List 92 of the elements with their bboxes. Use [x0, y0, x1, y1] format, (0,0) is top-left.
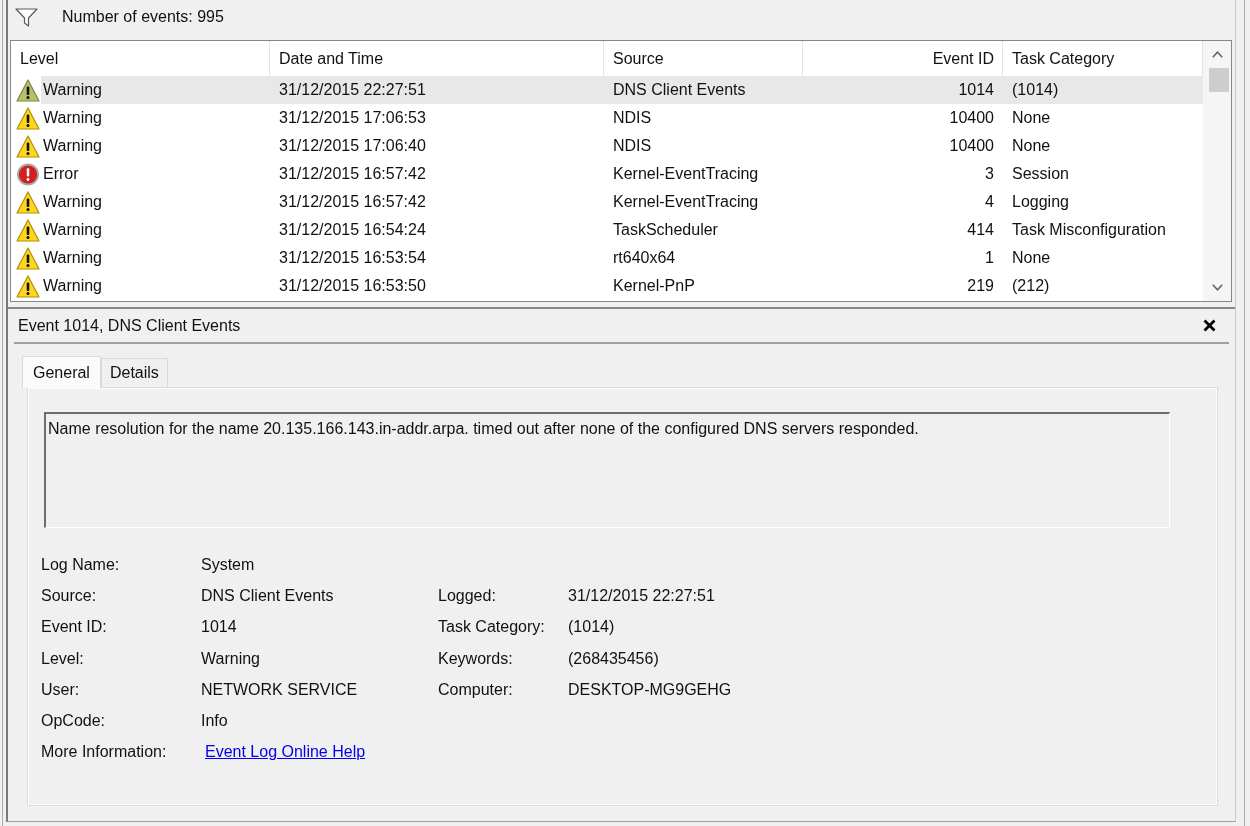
warning-icon: [16, 78, 40, 102]
warning-icon: [16, 106, 40, 130]
table-row[interactable]: Warning 31/12/2015 16:54:24 TaskScheduler 414 Task Misconfiguration: [11, 216, 1203, 244]
property-value: (1014): [568, 618, 615, 637]
table-cell-text: 219: [966, 276, 995, 296]
table-cell-text: None: [1011, 248, 1052, 268]
table-cell-text: NDIS: [612, 136, 653, 156]
table-cell-text: Kernel-EventTracing: [612, 192, 760, 212]
table-cell-text: TaskScheduler: [612, 220, 719, 240]
table-cell-text: 10400: [948, 108, 995, 128]
warning-icon: [16, 218, 40, 242]
property-value: 1014: [201, 618, 237, 637]
property-label: OpCode:: [41, 712, 106, 731]
property-value: System: [201, 555, 255, 574]
table-cell-text: 31/12/2015 22:27:51: [278, 80, 427, 100]
warning-icon: [16, 274, 40, 298]
property-label: Computer:: [438, 680, 513, 699]
table-cell-text: Session: [1011, 164, 1070, 184]
table-cell: Warning: [43, 81, 102, 99]
property-label: Keywords:: [438, 649, 513, 668]
column-header[interactable]: Source: [604, 41, 803, 76]
table-cell: Warning: [43, 193, 102, 211]
property-label: Event ID:: [41, 618, 107, 637]
table-row[interactable]: Warning 31/12/2015 17:06:40 NDIS 10400 None: [11, 132, 1203, 160]
table-row[interactable]: Warning 31/12/2015 16:53:50 Kernel-PnP 219 (212): [11, 272, 1203, 300]
filter-icon: [15, 7, 38, 27]
table-cell-text: 31/12/2015 16:53:50: [278, 276, 427, 296]
warning-icon: [16, 134, 40, 158]
table-row[interactable]: Error 31/12/2015 16:57:42 Kernel-EventTracing 3 Session: [11, 160, 1203, 188]
table-row[interactable]: Warning 31/12/2015 16:53:54 rt640x64 1 None: [11, 244, 1203, 272]
property-label: User:: [41, 680, 80, 699]
property-value: DNS Client Events: [201, 586, 334, 605]
column-header[interactable]: Level: [11, 41, 270, 76]
table-cell-text: 31/12/2015 17:06:53: [278, 108, 427, 128]
table-cell: Error: [43, 165, 79, 183]
pane-title: Event 1014, DNS Client Events: [18, 316, 241, 335]
close-icon: [1203, 319, 1216, 332]
property-value: (268435456): [568, 649, 659, 668]
table-cell-text: (1014): [1011, 80, 1060, 100]
table-cell-text: Logging: [1011, 192, 1070, 212]
chevron-up-icon: [1211, 51, 1223, 58]
scrollbar-thumb[interactable]: [1209, 68, 1229, 92]
table-cell-text: (212): [1011, 276, 1051, 296]
table-cell-text: 1014: [957, 80, 995, 100]
table-cell-text: 31/12/2015 16:54:24: [278, 220, 427, 240]
table-cell: Warning: [43, 221, 102, 239]
error-icon: [16, 162, 40, 186]
property-label: Level:: [41, 649, 84, 668]
table-row[interactable]: Warning 31/12/2015 17:06:53 NDIS 10400 None: [11, 104, 1203, 132]
table-row[interactable]: Warning 31/12/2015 16:57:42 Kernel-EventTracing 4 Logging: [11, 188, 1203, 216]
property-label: Source:: [41, 586, 97, 605]
table-cell-text: rt640x64: [612, 248, 677, 268]
property-value: Info: [201, 712, 228, 731]
table-cell-text: 4: [984, 192, 995, 212]
warning-icon: [16, 246, 40, 270]
table-cell: Warning: [43, 109, 102, 127]
column-header[interactable]: Date and Time: [270, 41, 604, 76]
close-button[interactable]: [1203, 319, 1216, 332]
table-cell-text: Kernel-EventTracing: [612, 164, 760, 184]
table-cell-text: 31/12/2015 17:06:40: [278, 136, 427, 156]
table-cell-text: 3: [984, 164, 995, 184]
table-cell-text: 10400: [948, 136, 995, 156]
property-value: Warning: [201, 649, 260, 668]
tab[interactable]: Details: [100, 358, 168, 387]
property-value: 31/12/2015 22:27:51: [568, 586, 715, 605]
event-message: Name resolution for the name 20.135.166.143.in-addr.arpa. timed out after none of the configured DNS servers responded.: [44, 412, 1170, 528]
property-label: Logged:: [438, 586, 496, 605]
table-cell-text: None: [1011, 136, 1052, 156]
help-link[interactable]: Event Log Online Help: [205, 743, 366, 762]
table-cell-text: Task Misconfiguration: [1011, 220, 1167, 240]
property-label: More Information:: [41, 743, 167, 762]
table-cell: Warning: [43, 277, 102, 295]
table-cell-text: 31/12/2015 16:57:42: [278, 192, 427, 212]
property-value: DESKTOP-MG9GEHG: [568, 680, 732, 699]
table-cell: Warning: [43, 249, 102, 267]
table-cell-text: 31/12/2015 16:53:54: [278, 248, 427, 268]
table-cell-text: 1: [984, 248, 995, 268]
property-value: NETWORK SERVICE: [201, 680, 358, 699]
warning-icon: [16, 190, 40, 214]
table-cell-text: None: [1011, 108, 1052, 128]
column-header[interactable]: Event ID: [803, 41, 1003, 76]
property-label: Log Name:: [41, 555, 120, 574]
chevron-down-icon: [1211, 284, 1223, 291]
table-cell-text: NDIS: [612, 108, 653, 128]
table-cell-text: 31/12/2015 16:57:42: [278, 164, 427, 184]
tab[interactable]: General: [22, 356, 101, 388]
property-label: Task Category:: [438, 618, 545, 637]
table-cell-text: DNS Client Events: [612, 80, 747, 100]
table-cell-text: 414: [966, 220, 995, 240]
table-cell-text: Kernel-PnP: [612, 276, 696, 296]
event-count: Number of events: 995: [62, 8, 224, 26]
table-cell: Warning: [43, 137, 102, 155]
